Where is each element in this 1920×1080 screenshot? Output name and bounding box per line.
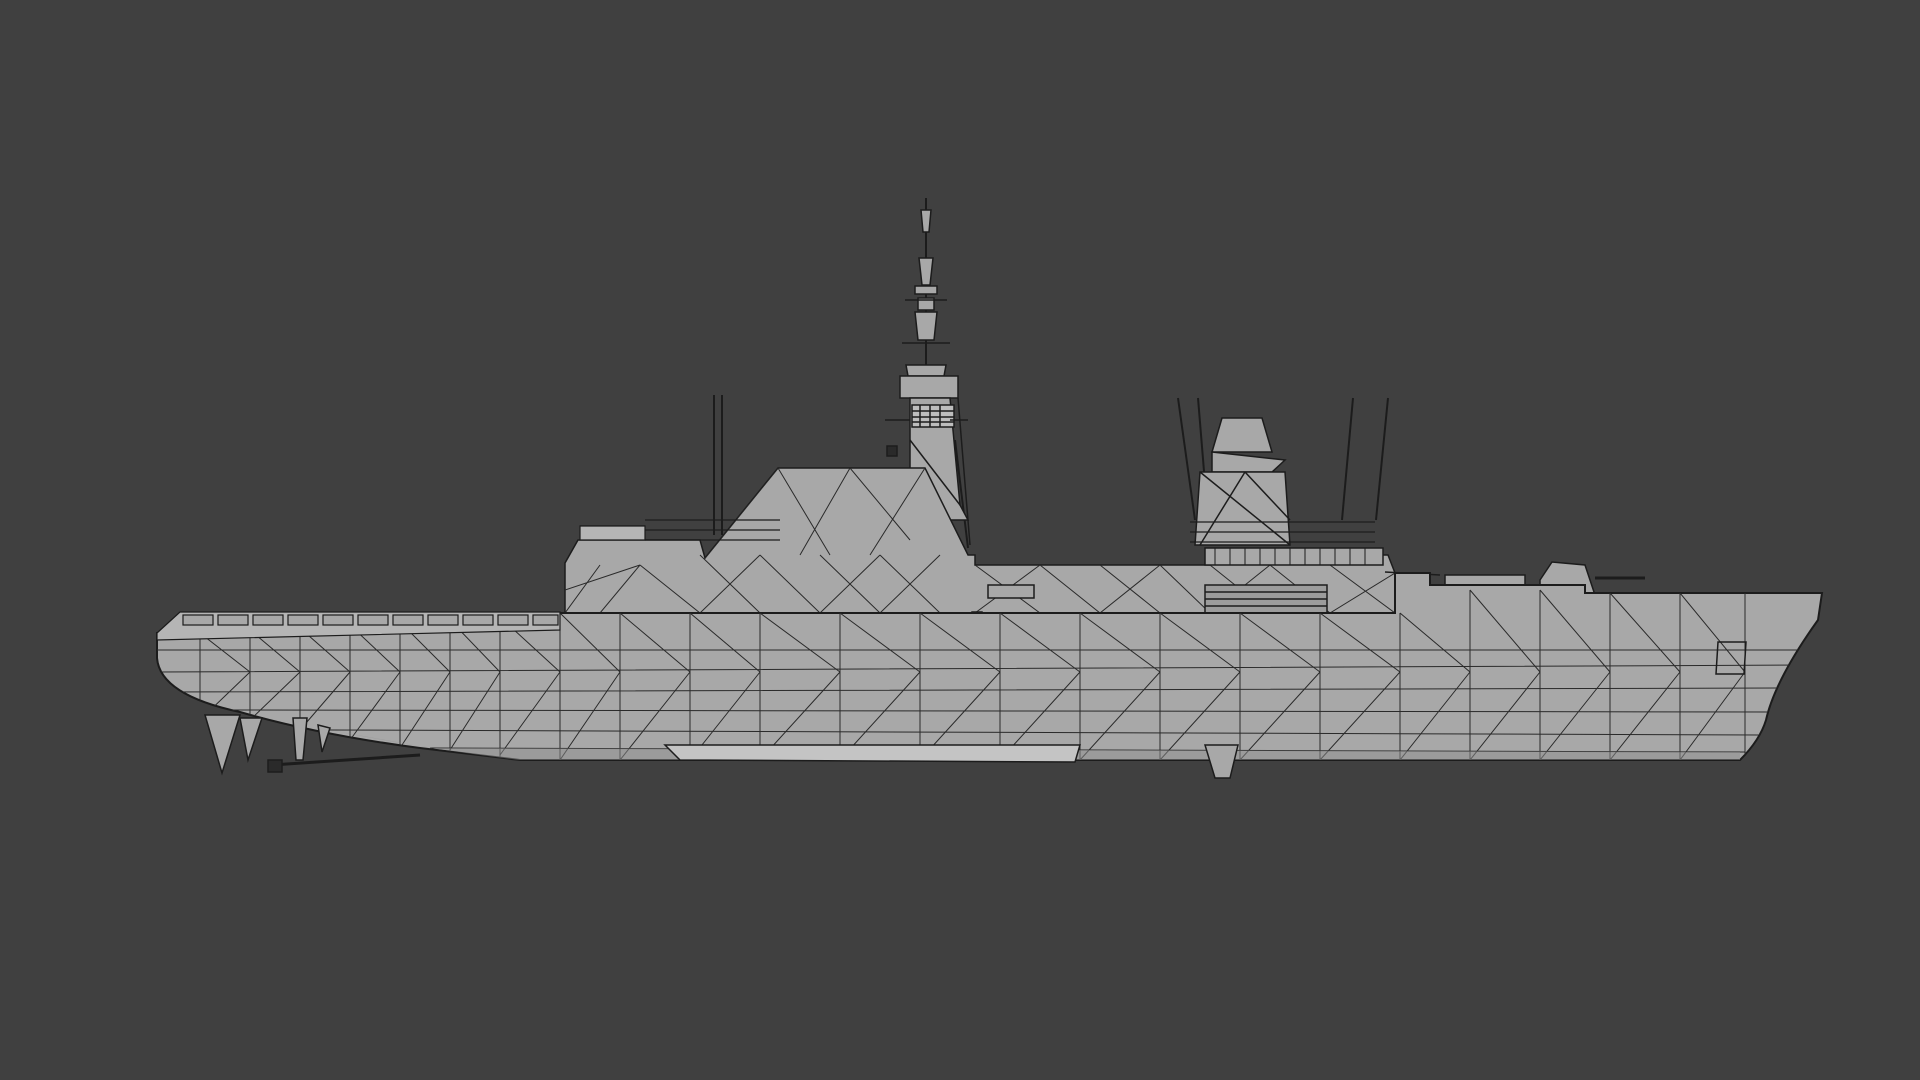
forward-radar-mast	[1194, 417, 1291, 546]
ship-model[interactable]	[0, 0, 1920, 1080]
3d-viewport[interactable]	[0, 0, 1920, 1080]
